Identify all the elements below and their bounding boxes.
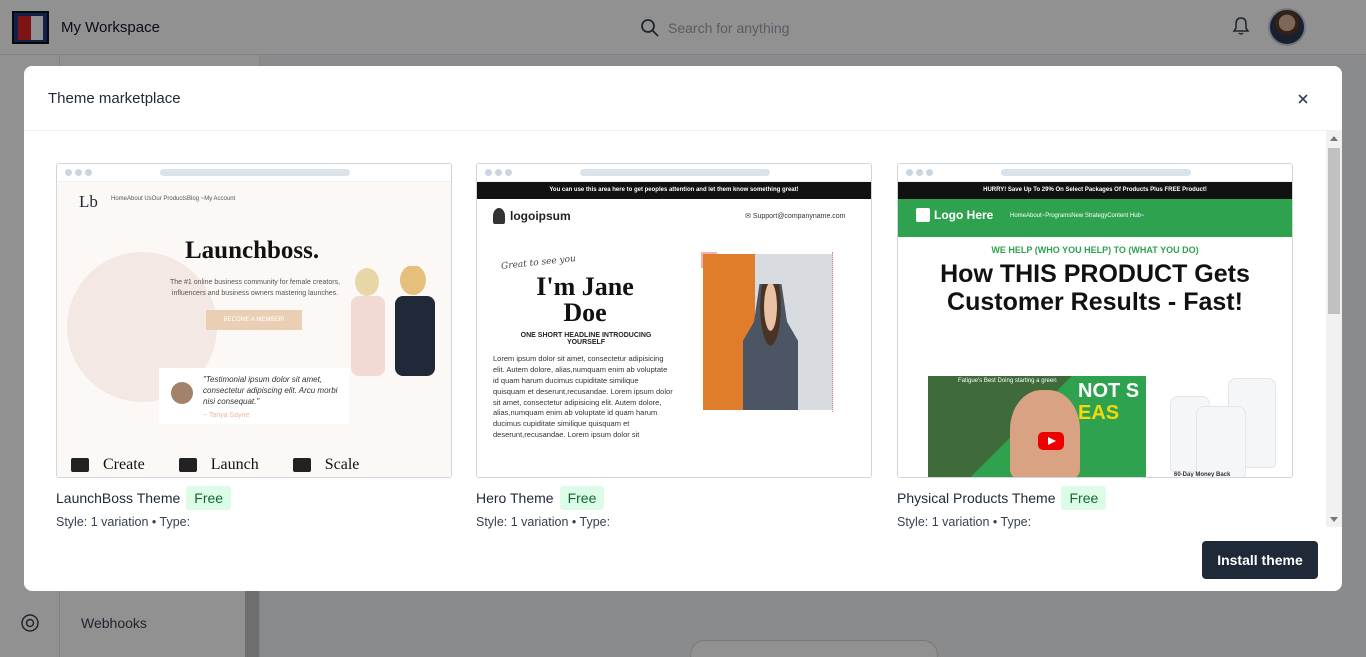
women-photo xyxy=(351,266,435,376)
preview-cta: BECOME A MEMBER! xyxy=(206,310,302,330)
preview-email: ✉ Support@companyname.com xyxy=(745,213,846,220)
close-icon[interactable] xyxy=(1293,89,1313,109)
preview-subhead: ONE SHORT HEADLINE INTRODUCING YOURSELF xyxy=(520,332,652,346)
preview-tagline: WE HELP (WHO YOU HELP) TO (WHAT YOU DO) xyxy=(991,245,1199,255)
browser-chrome xyxy=(57,164,451,182)
play-icon xyxy=(1038,432,1064,450)
preview-subtext: The #1 online business community for fem… xyxy=(169,279,341,297)
preview-name: I'm Jane Doe xyxy=(536,272,634,327)
browser-chrome xyxy=(898,164,1292,182)
theme-meta: Style: 1 variation • Type: xyxy=(897,515,1032,529)
modal-header: Theme marketplace xyxy=(24,66,1342,131)
preview-strip: You can use this area here to get people… xyxy=(477,182,871,199)
price-badge: Free xyxy=(186,486,232,510)
preview-video: Fatigue's Best Doing starting a green NO… xyxy=(928,376,1146,477)
preview-headline: How THIS PRODUCT Gets Customer Results -… xyxy=(940,260,1250,316)
preview-navbar: Logo Here HomeAbout~ProgramsNew Strategy… xyxy=(898,199,1292,237)
theme-meta: Style: 1 variation • Type: xyxy=(56,515,191,529)
theme-preview[interactable]: Lb HomeAbout UsOur ProductsBlog ~My Acco… xyxy=(56,163,452,478)
preview-testimonial: "Testimonial ipsum dolor sit amet, conse… xyxy=(159,368,349,424)
install-theme-button[interactable]: Install theme xyxy=(1202,541,1318,579)
scroll-up-icon xyxy=(1330,136,1338,141)
theme-card-physical-products[interactable]: HURRY! Save Up To 29% On Select Packages… xyxy=(897,163,1293,529)
theme-preview[interactable]: HURRY! Save Up To 29% On Select Packages… xyxy=(897,163,1293,478)
preview-strip: HURRY! Save Up To 29% On Select Packages… xyxy=(898,182,1292,199)
theme-card-hero[interactable]: You can use this area here to get people… xyxy=(476,163,872,529)
preview-brand: logoipsum xyxy=(493,208,571,224)
modal-scrollbar[interactable] xyxy=(1326,131,1342,527)
scroll-down-icon xyxy=(1330,517,1338,522)
money-back: 60-Day Money Back xyxy=(1174,472,1231,478)
theme-marketplace-modal: Theme marketplace Lb HomeAbout UsOur Pro… xyxy=(24,66,1342,591)
preview-body: Lorem ipsum dolor sit amet, consectetur … xyxy=(493,354,673,440)
theme-name: Hero Theme xyxy=(476,490,554,506)
preview-nav: HomeAbout UsOur ProductsBlog ~My Account xyxy=(111,196,236,202)
theme-name: LaunchBoss Theme xyxy=(56,490,181,506)
price-badge: Free xyxy=(1061,486,1107,510)
theme-preview[interactable]: You can use this area here to get people… xyxy=(476,163,872,478)
preview-headline: Launchboss. xyxy=(185,237,320,264)
scroll-thumb xyxy=(1328,148,1340,314)
product-bottles xyxy=(1168,378,1286,477)
theme-name: Physical Products Theme xyxy=(897,490,1056,506)
preview-features: Create Launch Scale xyxy=(71,456,359,474)
modal-title: Theme marketplace xyxy=(48,90,181,107)
preview-photo xyxy=(703,254,833,410)
preview-logo: Lb xyxy=(79,192,98,211)
browser-chrome xyxy=(477,164,871,182)
theme-card-launchboss[interactable]: Lb HomeAbout UsOur ProductsBlog ~My Acco… xyxy=(56,163,452,529)
preview-script: Great to see you xyxy=(500,254,577,272)
price-badge: Free xyxy=(559,486,605,510)
theme-meta: Style: 1 variation • Type: xyxy=(476,515,611,529)
